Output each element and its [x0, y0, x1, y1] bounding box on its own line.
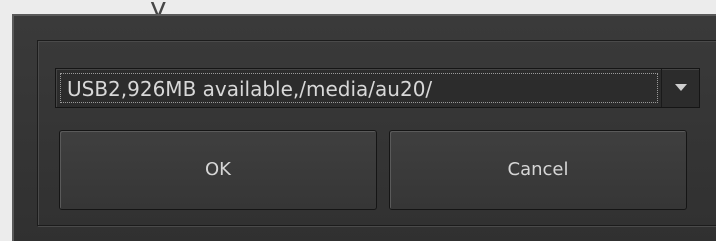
dropdown-button[interactable] — [661, 69, 699, 107]
device-select-focus-frame: USB2,926MB available,/media/au20/ — [60, 73, 658, 103]
dialog-frame: USB2,926MB available,/media/au20/ OK Can… — [37, 40, 716, 226]
device-select-value: USB2,926MB available,/media/au20/ — [67, 77, 433, 101]
ok-button[interactable]: OK — [59, 130, 377, 210]
device-select-dropdown[interactable]: USB2,926MB available,/media/au20/ — [55, 68, 700, 108]
chevron-down-icon — [675, 84, 687, 91]
storage-select-dialog: USB2,926MB available,/media/au20/ OK Can… — [12, 14, 716, 241]
cancel-button[interactable]: Cancel — [389, 130, 687, 210]
screen: y USB2,926MB available,/media/au20/ OK C… — [0, 0, 716, 241]
